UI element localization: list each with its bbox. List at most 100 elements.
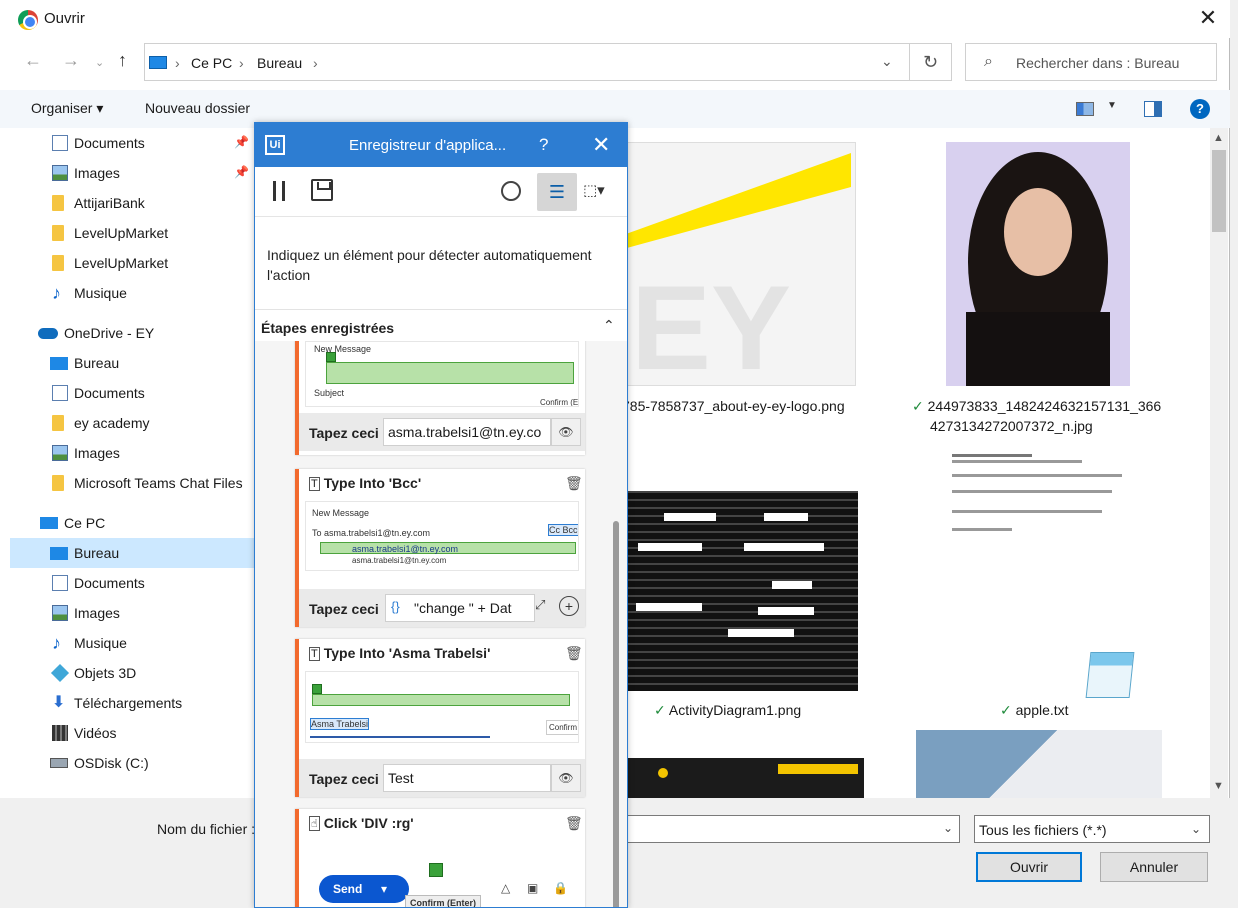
help-icon[interactable]: ? — [1190, 99, 1210, 119]
thumb-tooltip: Confirm (Enter) — [405, 895, 481, 907]
step-card[interactable]: T Type Into 'Asma Trabelsi' 🗑 Asma Trabel… — [295, 639, 585, 797]
computer-icon — [40, 517, 58, 529]
steps-scrollbar[interactable] — [613, 521, 619, 907]
pin-icon: 📌 — [234, 135, 249, 149]
sidebar-item-telechargements[interactable]: ⬇ Téléchargements — [10, 688, 254, 718]
sidebar-item-bureau-selected[interactable]: Bureau — [10, 538, 254, 568]
delete-icon[interactable]: 🗑 — [565, 645, 583, 662]
hide-icon[interactable]: 👁 — [551, 764, 581, 792]
sidebar-item-label: Documents — [74, 135, 145, 151]
step-value-input[interactable]: asma.trabelsi1@tn.ey.co — [383, 418, 551, 446]
sidebar-item-osdisk[interactable]: OSDisk (C:) — [10, 748, 254, 778]
pin-icon: 📌 — [234, 165, 249, 179]
step-value-input[interactable]: Test — [383, 764, 551, 792]
breadcrumb-ce-pc[interactable]: Ce PC — [191, 55, 232, 71]
sidebar-item-levelupmarket-2[interactable]: LevelUpMarket — [10, 248, 254, 278]
help-button[interactable]: ? — [539, 135, 548, 155]
file-thumbnail-photo[interactable] — [946, 142, 1130, 386]
sidebar-item-images-2[interactable]: Images — [10, 438, 254, 468]
step-card[interactable]: T Type Into 'Bcc' 🗑 New Message To asma.t… — [295, 469, 585, 627]
file-thumbnail-building[interactable] — [916, 730, 1162, 798]
new-folder-button[interactable]: Nouveau dossier — [145, 100, 250, 116]
diagram-node — [772, 581, 812, 589]
chevron-down-icon[interactable]: ⌄ — [943, 821, 953, 835]
sidebar-item-teams-chat-files[interactable]: Microsoft Teams Chat Files — [10, 468, 254, 498]
sidebar-item-ey-academy[interactable]: ey academy — [10, 408, 254, 438]
delete-icon[interactable]: 🗑 — [565, 475, 583, 492]
sidebar-item-levelupmarket[interactable]: LevelUpMarket — [10, 218, 254, 248]
sidebar-item-musique[interactable]: ♪ Musique — [10, 278, 254, 308]
breadcrumb-bureau[interactable]: Bureau — [257, 55, 302, 71]
view-options-icon[interactable] — [1076, 102, 1094, 116]
cancel-button[interactable]: Annuler — [1100, 852, 1208, 882]
address-bar[interactable]: › Ce PC › Bureau › ⌄ — [144, 43, 910, 81]
scroll-thumb[interactable] — [1212, 150, 1226, 232]
organize-menu[interactable]: Organiser ▾ — [31, 100, 103, 117]
vertical-scrollbar[interactable]: ▲ ▼ — [1210, 128, 1228, 798]
anchor-marker — [429, 863, 443, 877]
file-thumbnail-activity-diagram[interactable] — [628, 491, 858, 691]
music-icon: ♪ — [52, 283, 61, 303]
preview-pane-icon[interactable] — [1144, 101, 1162, 117]
sidebar-item-onedrive[interactable]: OneDrive - EY — [10, 318, 254, 348]
forward-arrow-icon[interactable]: → — [62, 50, 80, 71]
file-name[interactable]: ✓ apple.txt — [1000, 700, 1069, 720]
sidebar-item-musique-2[interactable]: ♪ Musique — [10, 628, 254, 658]
sidebar-item-images-3[interactable]: Images — [10, 598, 254, 628]
recorder-title: Enregistreur d'applica... — [349, 137, 507, 154]
refresh-button[interactable]: ↻ — [910, 43, 952, 81]
close-icon[interactable]: ✕ — [592, 132, 610, 158]
sidebar-item-bureau[interactable]: Bureau — [10, 348, 254, 378]
step-value-input[interactable]: "change " + Dat — [385, 594, 535, 622]
chevron-down-icon: ⌄ — [1190, 822, 1201, 836]
delete-icon[interactable]: 🗑 — [565, 815, 583, 832]
expand-icon[interactable]: ⤢ — [535, 597, 545, 613]
sidebar-item-documents-3[interactable]: Documents — [10, 568, 254, 598]
step-card[interactable]: New Message Subject Confirm (E Tapez cec… — [295, 341, 585, 455]
folder-icon — [52, 415, 64, 431]
ey-logo-image: EY — [601, 143, 855, 385]
chevron-down-icon[interactable]: ⌄ — [881, 53, 893, 70]
hide-icon[interactable]: 👁 — [551, 418, 581, 446]
chevron-right-icon[interactable]: › — [175, 55, 180, 71]
sidebar-item-documents-2[interactable]: Documents — [10, 378, 254, 408]
search-input[interactable]: ⌕ Rechercher dans : Bureau — [965, 43, 1217, 81]
expression-icon[interactable]: {} — [391, 599, 400, 614]
file-thumbnail-cv[interactable] — [628, 758, 864, 798]
chevron-right-icon[interactable]: › — [313, 55, 318, 71]
up-arrow-icon[interactable]: ↑ — [118, 50, 127, 71]
chevron-down-icon[interactable]: ▼ — [1107, 100, 1117, 111]
add-icon[interactable]: + — [559, 596, 579, 616]
sidebar-item-attijaribank[interactable]: AttijariBank — [10, 188, 254, 218]
sidebar-item-documents[interactable]: Documents 📌 — [10, 128, 254, 158]
sidebar-item-images[interactable]: Images 📌 — [10, 158, 254, 188]
notepad-icon[interactable] — [1085, 652, 1135, 698]
recent-dropdown-icon[interactable]: ⌄ — [95, 56, 104, 69]
file-name[interactable]: ✓ ActivityDiagram1.png — [654, 700, 801, 720]
steps-list-icon[interactable]: ☰ — [537, 173, 577, 211]
file-name[interactable]: ✓ 244973833_1482424632157131_366 4273134… — [912, 396, 1161, 436]
selection-mode-icon[interactable]: ⬚▾ — [583, 181, 605, 199]
file-thumbnail-text-doc[interactable] — [946, 450, 1130, 550]
scroll-up-icon[interactable]: ▲ — [1213, 132, 1224, 144]
filetype-select[interactable]: Tous les fichiers (*.*) ⌄ — [974, 815, 1210, 843]
chevron-right-icon[interactable]: › — [239, 55, 244, 71]
step-card[interactable]: ☝ Click 'DIV :rg' 🗑 Send ▾ Confirm (Enter)… — [295, 809, 585, 907]
back-arrow-icon[interactable]: ← — [24, 50, 42, 71]
app-recorder-panel: Ui Enregistreur d'applica... ? ✕ ☰ ⬚▾ In… — [254, 122, 628, 908]
sidebar-item-ce-pc[interactable]: Ce PC — [10, 508, 254, 538]
close-button[interactable]: ✕ — [1196, 6, 1220, 30]
sidebar-item-objets-3d[interactable]: Objets 3D — [10, 658, 254, 688]
pause-icon[interactable] — [273, 181, 285, 201]
target-icon[interactable] — [501, 181, 521, 201]
chevron-up-icon[interactable]: ⌃ — [603, 317, 615, 334]
filename-input[interactable]: ⌄ — [620, 815, 960, 843]
sidebar-item-videos[interactable]: Vidéos — [10, 718, 254, 748]
file-thumbnail-ey-logo[interactable]: EY — [600, 142, 856, 386]
file-name[interactable]: 785-7858737_about-ey-ey-logo.png — [622, 396, 845, 416]
open-button[interactable]: Ouvrir — [976, 852, 1082, 882]
step-screenshot: Asma Trabelsi Confirm (En — [305, 671, 579, 743]
save-icon[interactable] — [311, 179, 333, 201]
sidebar-item-label: Musique — [74, 285, 127, 301]
scroll-down-icon[interactable]: ▼ — [1213, 780, 1224, 792]
